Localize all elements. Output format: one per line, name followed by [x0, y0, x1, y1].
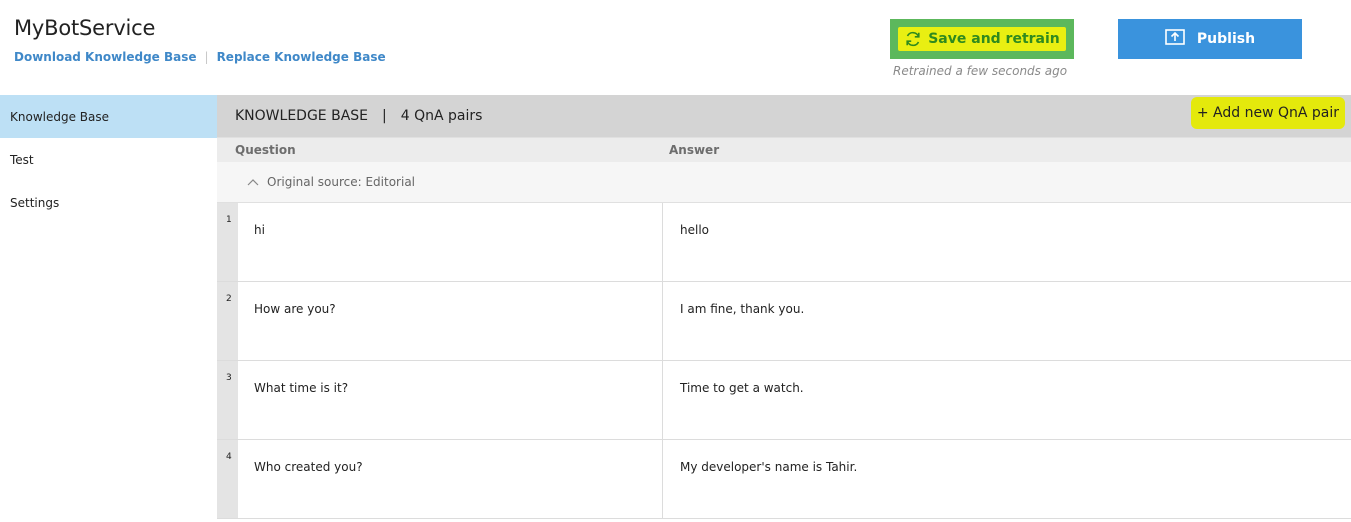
chevron-up-icon: [247, 175, 259, 189]
sidebar-item-knowledge-base[interactable]: Knowledge Base: [0, 95, 217, 138]
question-column-header: Question: [235, 143, 296, 157]
table-row: 3 What time is it? Time to get a watch.: [217, 361, 1351, 440]
retrained-status: Retrained a few seconds ago: [893, 64, 1068, 78]
answer-cell[interactable]: hello: [663, 203, 1351, 281]
sidebar-item-test[interactable]: Test: [0, 138, 217, 181]
table-row: 4 Who created you? My developer's name i…: [217, 440, 1351, 519]
sidebar-item-label: Settings: [10, 195, 60, 210]
app-title: MyBotService: [14, 16, 156, 40]
row-number: 2: [217, 282, 238, 360]
kb-title: KNOWLEDGE BASE: [235, 108, 368, 124]
question-cell[interactable]: Who created you?: [238, 440, 663, 518]
link-separator: |: [204, 50, 209, 64]
question-cell[interactable]: How are you?: [238, 282, 663, 360]
answer-cell[interactable]: I am fine, thank you.: [663, 282, 1351, 360]
sidebar-item-label: Test: [10, 152, 34, 167]
question-cell[interactable]: What time is it?: [238, 361, 663, 439]
row-number: 3: [217, 361, 238, 439]
source-group-toggle[interactable]: Original source: Editorial: [217, 162, 1351, 203]
question-cell[interactable]: hi: [238, 203, 663, 281]
title-separator: |: [382, 108, 387, 124]
kb-header: KNOWLEDGE BASE | 4 QnA pairs + Add new Q…: [217, 95, 1351, 137]
publish-button[interactable]: Publish: [1118, 19, 1302, 59]
answer-cell[interactable]: My developer's name is Tahir.: [663, 440, 1351, 518]
table-row: 1 hi hello: [217, 203, 1351, 282]
publish-button-label: Publish: [1196, 31, 1256, 47]
save-button-label: Save and retrain: [928, 31, 1060, 47]
refresh-icon: [904, 30, 922, 48]
table-row: 2 How are you? I am fine, thank you.: [217, 282, 1351, 361]
column-header: Question Answer: [217, 137, 1351, 162]
sidebar: Knowledge Base Test Settings: [0, 95, 217, 522]
add-qna-pair-button[interactable]: + Add new QnA pair: [1190, 97, 1345, 129]
header-links: Download Knowledge Base | Replace Knowle…: [14, 50, 386, 64]
pair-count: 4 QnA pairs: [400, 108, 483, 124]
download-kb-link[interactable]: Download Knowledge Base: [14, 50, 197, 64]
save-and-retrain-button[interactable]: Save and retrain: [890, 19, 1074, 59]
replace-kb-link[interactable]: Replace Knowledge Base: [217, 50, 386, 64]
sidebar-item-label: Knowledge Base: [10, 109, 109, 124]
row-number: 1: [217, 203, 238, 281]
row-number: 4: [217, 440, 238, 518]
main-panel: KNOWLEDGE BASE | 4 QnA pairs + Add new Q…: [217, 95, 1351, 520]
source-label: Original source: Editorial: [267, 175, 416, 189]
save-highlight: Save and retrain: [898, 27, 1066, 51]
upload-icon: [1165, 29, 1185, 49]
answer-cell[interactable]: Time to get a watch.: [663, 361, 1351, 439]
sidebar-item-settings[interactable]: Settings: [0, 181, 217, 224]
answer-column-header: Answer: [669, 143, 720, 157]
